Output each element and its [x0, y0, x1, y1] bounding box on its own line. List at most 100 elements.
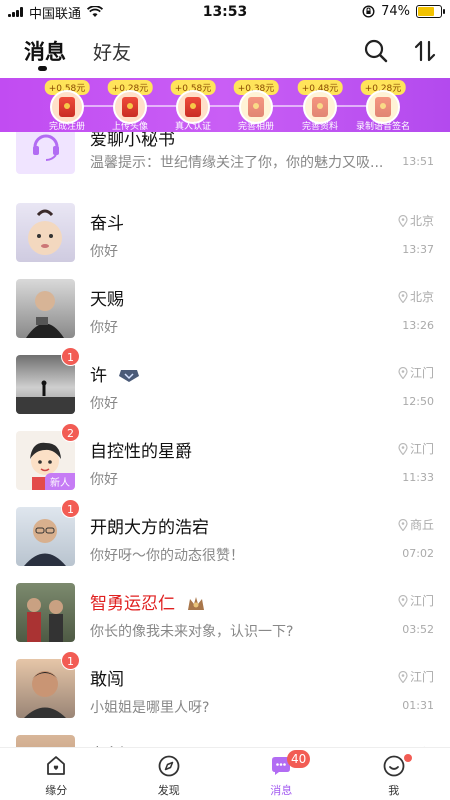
conversation-preview: 你好 [90, 320, 118, 336]
group-photo [27, 598, 63, 642]
crown-badge-icon [188, 597, 205, 610]
conversation-name: 智勇运忍仁 [90, 589, 206, 614]
nav-messages[interactable]: 40 消息 [225, 748, 338, 800]
battery-percent: 74% [381, 4, 410, 19]
task-label: 完善资料 [301, 122, 339, 132]
location-text: 江门 [409, 442, 434, 456]
conversation-row[interactable]: 天赐 你好 北京 13:26 [0, 269, 450, 345]
man-photo [16, 735, 75, 747]
conversation-name: 自控性的星爵 [90, 442, 192, 462]
task-complete-album[interactable]: +0.38元 完善相册 [224, 78, 288, 132]
avatar [16, 735, 75, 747]
conversation-preview: 你好呀～你的动态很赞！ [90, 548, 244, 564]
task-label: 上传头像 [111, 122, 149, 132]
task-label: 录制语音签名 [355, 122, 411, 132]
tab-friends[interactable]: 好友 [93, 38, 131, 65]
active-tab-indicator [38, 66, 47, 71]
task-real-person-verify[interactable]: +0.58元 真人认证 [161, 78, 225, 132]
location-pin-icon [398, 366, 408, 379]
conversation-time: 01:31 [402, 699, 434, 712]
task-complete-profile[interactable]: +0.48元 完善资料 [288, 78, 352, 132]
conversation-time: 13:26 [402, 319, 434, 332]
conversation-time: 11:33 [402, 471, 434, 484]
conversation-name: 敢闯 [90, 670, 124, 690]
location-pin-icon [398, 594, 408, 607]
location-text: 北京 [409, 214, 434, 228]
new-user-tag: 新人 [45, 473, 75, 490]
conversation-name-text: 智勇运忍仁 [90, 594, 175, 614]
status-bar: 中国联通 13:53 74% [0, 0, 450, 24]
smile-face-icon [383, 755, 405, 777]
avatar [16, 583, 75, 642]
task-label: 真人认证 [174, 122, 212, 132]
conversation-preview: 小姐姐是哪里人呀? [90, 700, 210, 716]
avatar [16, 279, 75, 338]
nav-label: 缘分 [45, 784, 68, 797]
conversation-row[interactable]: 1 许 你好 江门 12:50 [0, 345, 450, 421]
conversation-time: 12:50 [402, 395, 434, 408]
conversation-time: 13:37 [402, 243, 434, 256]
location: 江门 [398, 364, 434, 381]
nav-me[interactable]: 我 [338, 748, 450, 800]
messages-screen: 中国联通 13:53 74% 消息 好友 +0.58元 完成注册 +0.28元 … [0, 0, 450, 800]
conversation-preview: 你长的像我未来对象，认识一下? [90, 624, 294, 640]
conversation-name: 奋斗 [90, 214, 124, 234]
conversation-row[interactable]: 智勇运忍仁 你长的像我未来对象，认识一下? 江门 03:52 [0, 573, 450, 649]
conversation-row[interactable]: 新人 2 自控性的星爵 你好 江门 11:33 [0, 421, 450, 497]
conversation-preview: 温馨提示：世纪情缘关注了你，你的魅力又吸... [90, 155, 384, 171]
unread-badge: 1 [61, 347, 80, 366]
nav-label: 我 [388, 784, 400, 797]
conversation-row[interactable]: 1 敢闯 小姐姐是哪里人呀? 江门 01:31 [0, 649, 450, 725]
avatar [16, 203, 75, 262]
tab-messages[interactable]: 消息 [24, 36, 66, 66]
heart-home-icon [47, 756, 66, 775]
task-register[interactable]: +0.58元 完成注册 [35, 78, 99, 132]
conversation-preview: 你好 [90, 244, 118, 260]
task-label: 完善相册 [237, 122, 275, 132]
location-pin-icon [398, 670, 408, 683]
location-pin-icon [398, 214, 408, 227]
conversation-name: 许 [90, 361, 140, 386]
orientation-lock-icon [362, 5, 375, 18]
nav-discover[interactable]: 发现 [113, 748, 226, 800]
conversation-time: 03:52 [402, 623, 434, 636]
location-pin-icon [398, 290, 408, 303]
conversation-time: 13:51 [402, 155, 434, 168]
conversation-time: 07:02 [402, 547, 434, 560]
bottom-nav: 缘分 发现 40 消息 我 [0, 747, 450, 800]
location: 江门 [398, 440, 434, 457]
task-voice-signature[interactable]: +0.28元 录制语音签名 [351, 78, 415, 132]
compass-icon [158, 755, 180, 777]
location-text: 江门 [409, 594, 434, 608]
conversation-preview: 你好 [90, 472, 118, 488]
location: 北京 [398, 288, 434, 305]
location: 北京 [398, 212, 434, 229]
vip-badge-icon [119, 370, 140, 382]
conversation-list[interactable]: 爱聊小秘书 温馨提示：世纪情缘关注了你，你的魅力又吸... 13:51 奋斗 你… [0, 115, 450, 747]
search-icon[interactable] [363, 38, 389, 64]
unread-total-badge: 40 [287, 750, 311, 768]
location: 商丘 [398, 516, 434, 533]
battery-icon [416, 5, 445, 18]
location-text: 商丘 [409, 518, 434, 532]
conversation-row[interactable]: 1 开朗大方的浩宕 你好呀～你的动态很赞！ 商丘 07:02 [0, 497, 450, 573]
nav-fate[interactable]: 缘分 [0, 748, 113, 800]
location-text: 北京 [409, 290, 434, 304]
location: 江门 [398, 668, 434, 685]
sort-icon[interactable] [412, 38, 438, 64]
conversation-row[interactable]: 老劉 江门 [0, 725, 450, 747]
notification-dot [403, 754, 412, 762]
task-reward-banner[interactable]: +0.58元 完成注册 +0.28元 上传头像 +0.58元 真人认证 +0.3… [0, 78, 450, 132]
man-photo [26, 291, 64, 338]
location-pin-icon [398, 442, 408, 455]
baby-photo [28, 209, 62, 255]
conversation-row[interactable]: 奋斗 你好 北京 13:37 [0, 193, 450, 269]
nav-label: 发现 [157, 784, 180, 797]
nav-label: 消息 [270, 784, 293, 797]
conversation-name-text: 许 [90, 366, 107, 386]
task-label: 完成注册 [48, 122, 86, 132]
location-pin-icon [398, 518, 408, 531]
location-text: 江门 [409, 670, 434, 684]
task-upload-avatar[interactable]: +0.28元 上传头像 [98, 78, 162, 132]
unread-badge: 1 [61, 651, 80, 670]
